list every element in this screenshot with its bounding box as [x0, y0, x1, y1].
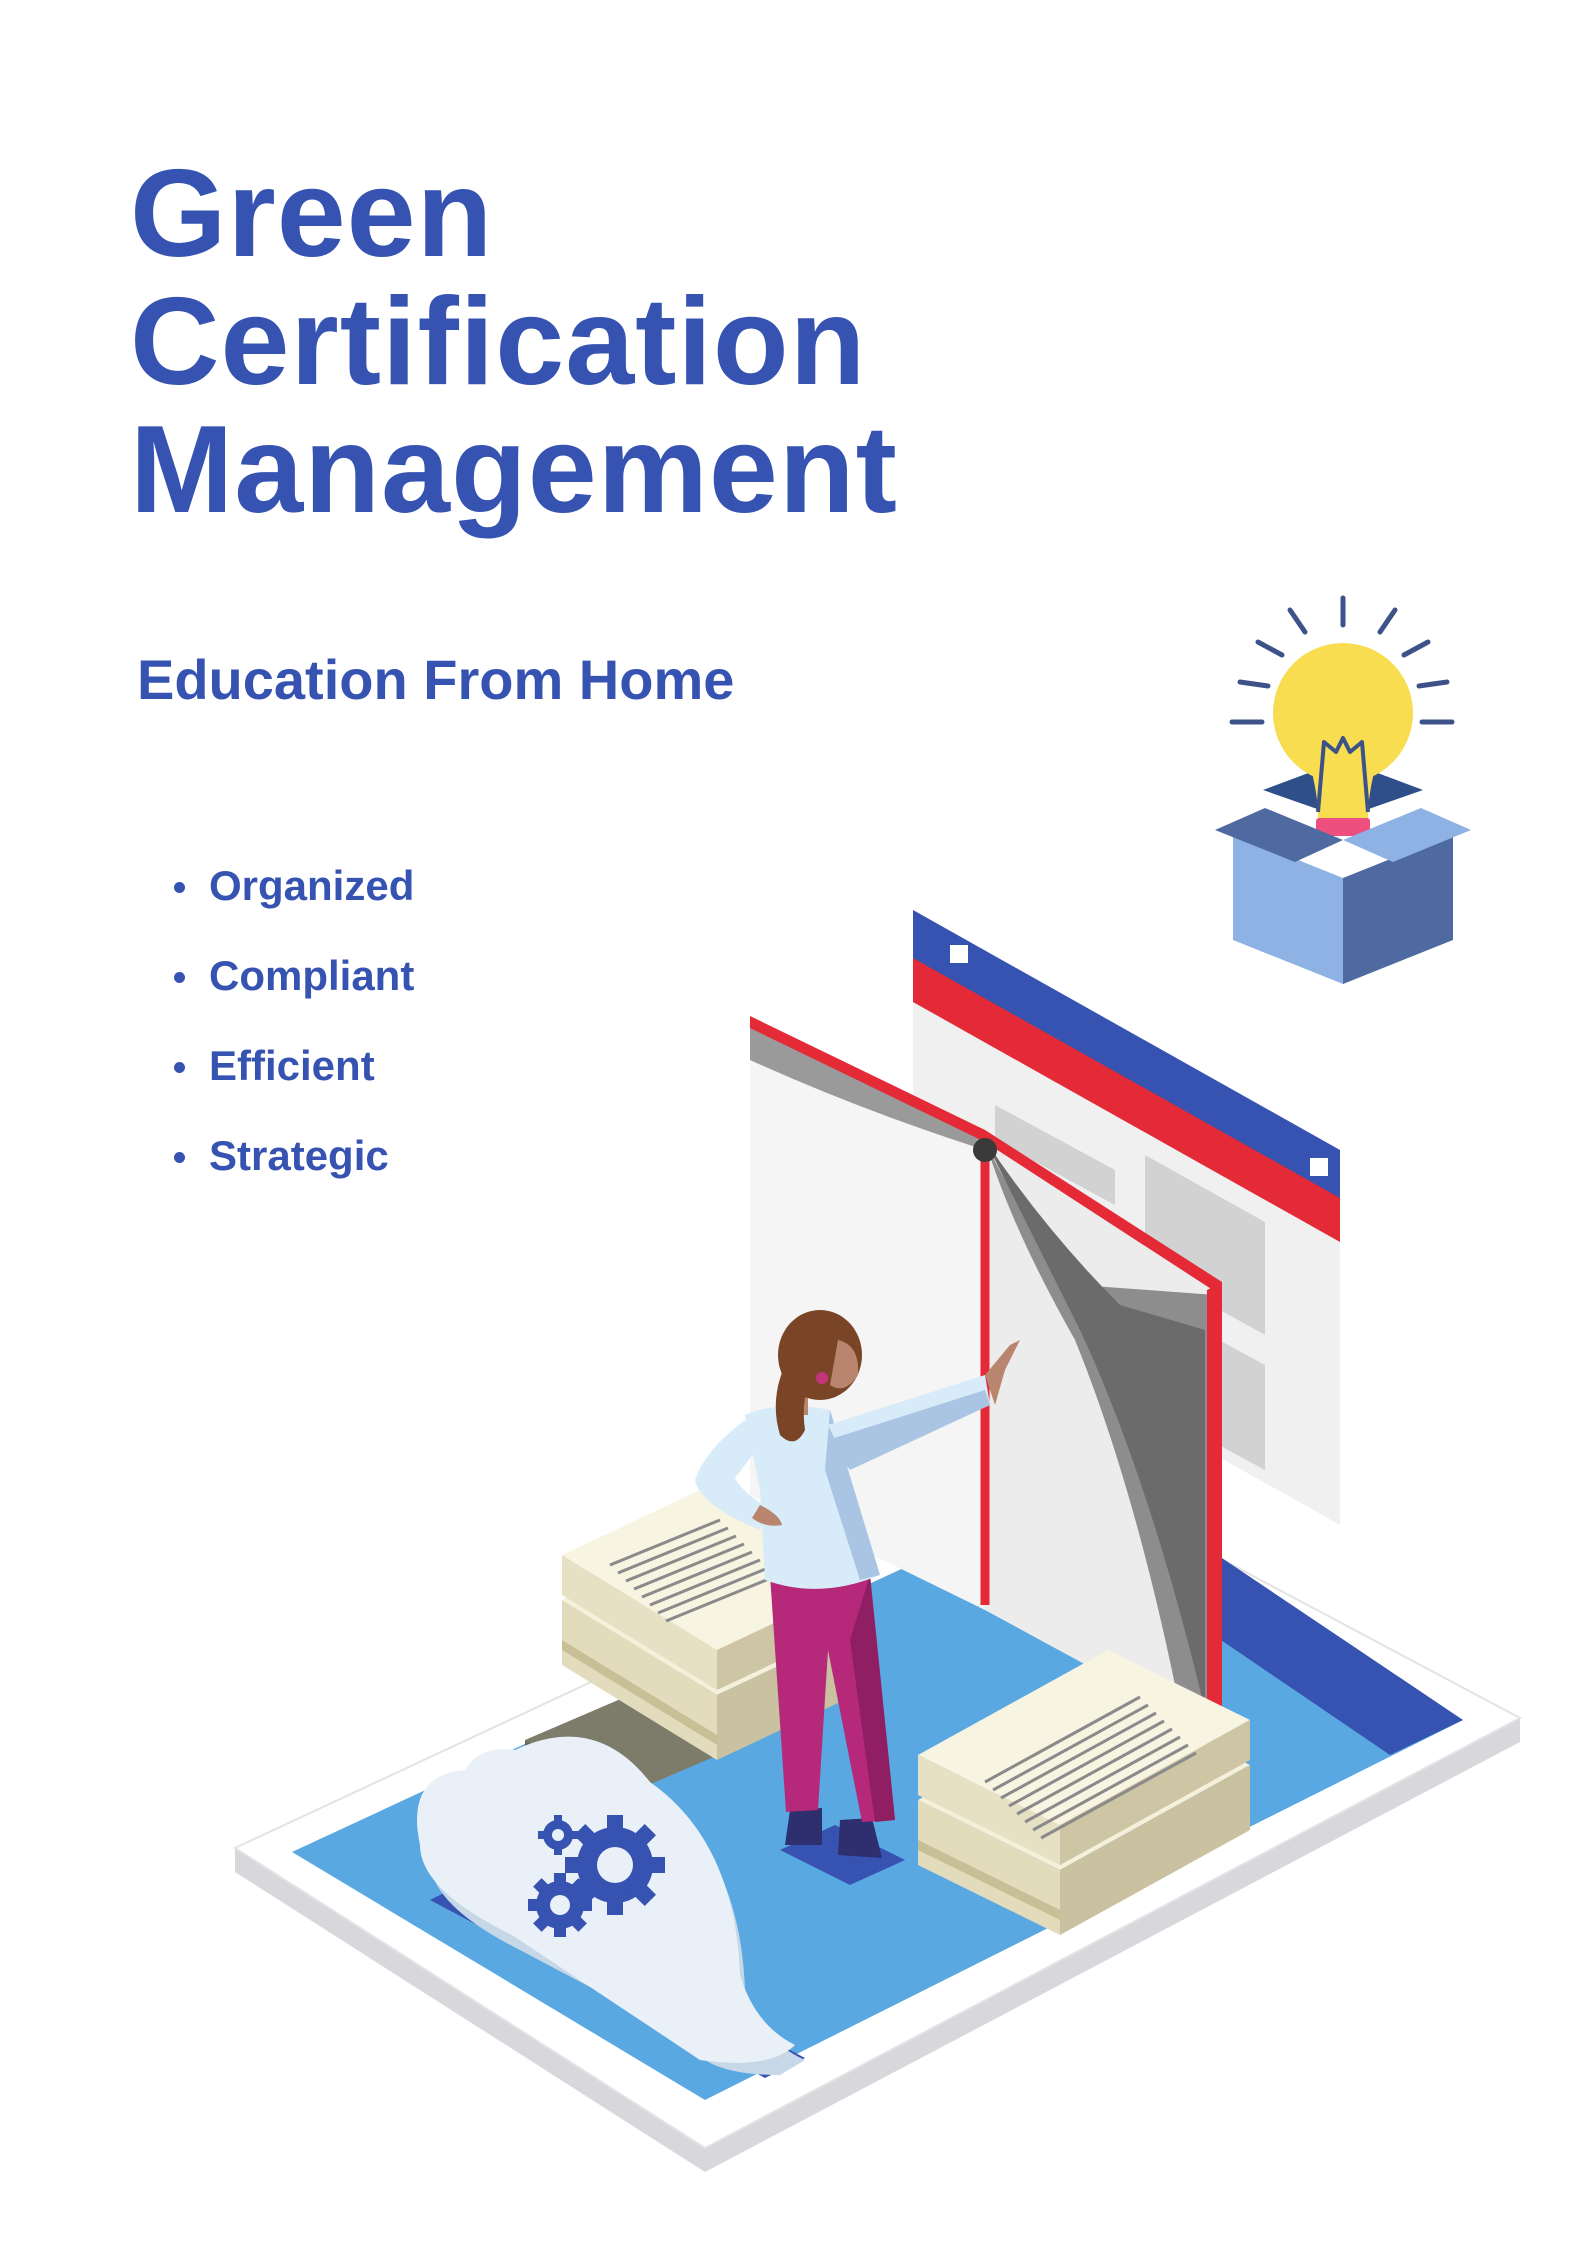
lightbulb-in-box-icon — [1215, 595, 1471, 984]
isometric-illustration — [232, 595, 1523, 2172]
